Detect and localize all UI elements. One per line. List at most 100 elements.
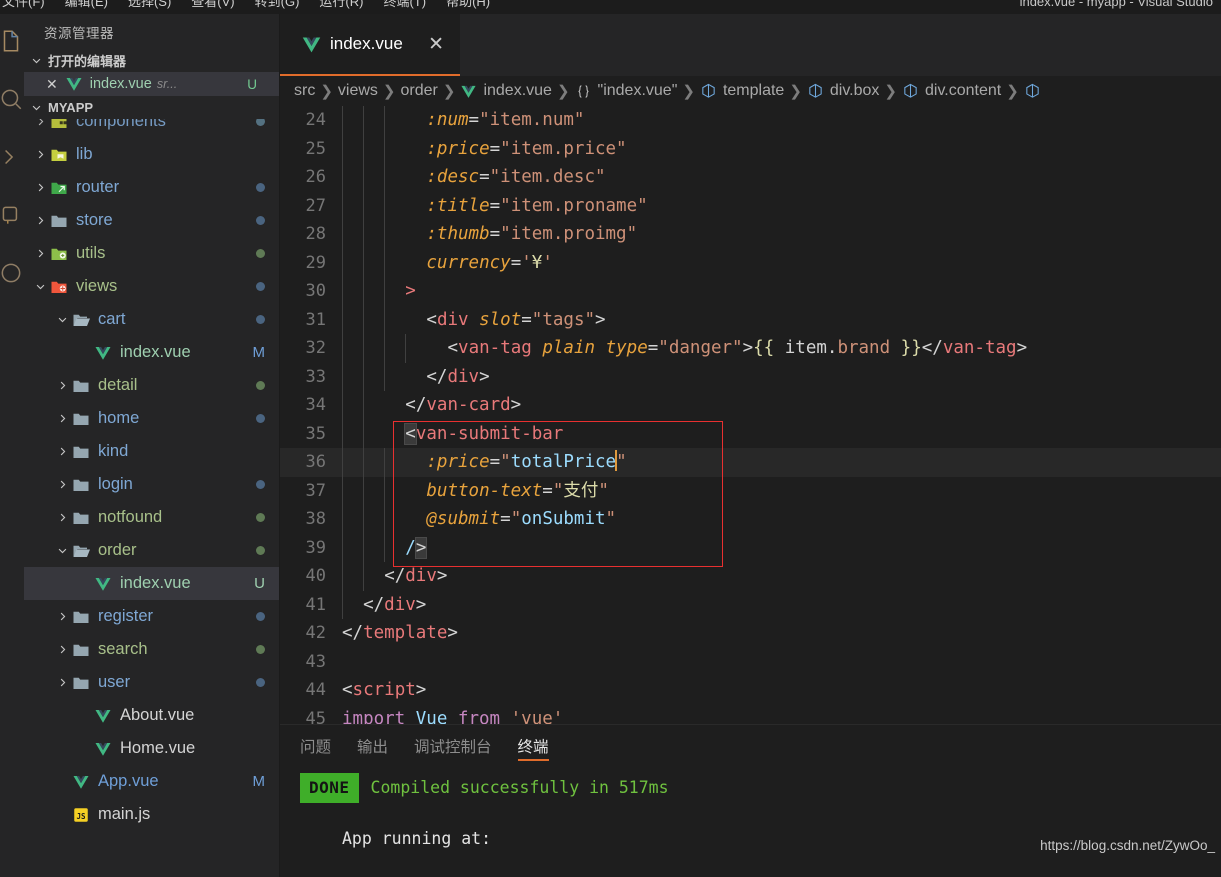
code-token: >	[436, 566, 448, 586]
panel-tab-0[interactable]: 问题	[300, 725, 331, 767]
close-icon[interactable]: ✕	[46, 77, 58, 91]
menu-item-3[interactable]: 查看(V)	[191, 0, 234, 11]
menu-item-4[interactable]: 转到(G)	[255, 0, 300, 11]
menu-item-0[interactable]: 文件(F)	[2, 0, 45, 11]
tab-index-vue[interactable]: index.vue ✕	[280, 14, 460, 76]
svg-text:JS: JS	[76, 811, 86, 820]
tree-folder-order[interactable]: order	[24, 534, 279, 567]
code-token: "item.price"	[500, 138, 627, 159]
breadcrumb-item-src[interactable]: src	[294, 82, 315, 100]
breadcrumb-item-indexvue[interactable]: index.vue	[460, 82, 552, 100]
chevron-right-icon[interactable]	[32, 248, 48, 259]
compile-message: Compiled successfully in 517ms	[370, 778, 669, 797]
menu-item-1[interactable]: 编辑(E)	[65, 0, 108, 11]
tree-item-label: cart	[98, 310, 126, 328]
breadcrumb-item-indexvue[interactable]: "index.vue"	[575, 82, 677, 100]
chevron-right-icon[interactable]	[54, 512, 70, 523]
breadcrumb-item-template[interactable]: template	[700, 82, 784, 100]
tree-folder-login[interactable]: login	[24, 468, 279, 501]
breadcrumb-separator: ❯	[1006, 83, 1019, 100]
chevron-right-icon[interactable]	[54, 611, 70, 622]
tree-folder-utils[interactable]: utils	[24, 237, 279, 270]
line-number: 42	[305, 623, 326, 643]
chevron-right-icon[interactable]	[32, 182, 48, 193]
code-line-28: 28:thumb="item.proimg"	[280, 220, 1221, 249]
tree-folder-user[interactable]: user	[24, 666, 279, 699]
vue-icon	[70, 773, 92, 791]
project-header[interactable]: MYAPP	[24, 96, 279, 119]
panel-tab-2[interactable]: 调试控制台	[414, 725, 492, 767]
extensions-icon[interactable]	[0, 260, 24, 286]
folder-plain	[48, 212, 70, 230]
chevron-right-icon[interactable]	[32, 215, 48, 226]
js-icon: JS	[70, 806, 92, 824]
tree-folder-kind[interactable]: kind	[24, 435, 279, 468]
breadcrumb-separator: ❯	[382, 83, 396, 100]
tree-folder-detail[interactable]: detail	[24, 369, 279, 402]
chevron-down-icon[interactable]	[32, 281, 48, 292]
menu-item-7[interactable]: 帮助(H)	[446, 0, 490, 11]
breadcrumb-item-8[interactable]	[1024, 83, 1041, 100]
tree-file-index-vue[interactable]: index.vue U	[24, 567, 279, 600]
status-badge: DONE	[300, 773, 359, 803]
code-token: van-tag	[458, 338, 532, 358]
panel-tab-3[interactable]: 终端	[517, 725, 549, 767]
chevron-right-icon[interactable]	[54, 479, 70, 490]
menu-item-2[interactable]: 选择(S)	[128, 0, 171, 11]
tree-item-label: App.vue	[98, 772, 159, 790]
menu-item-6[interactable]: 终端(T)	[383, 0, 426, 11]
chevron-right-icon[interactable]	[32, 119, 48, 127]
breadcrumb-separator: ❯	[442, 83, 456, 100]
chevron-down-icon	[28, 53, 44, 69]
tree-folder-components[interactable]: components	[24, 119, 279, 138]
symbol-icon	[807, 83, 824, 100]
chevron-down-icon[interactable]	[54, 545, 70, 556]
tree-file-About-vue[interactable]: About.vue	[24, 699, 279, 732]
chevron-right-icon[interactable]	[54, 380, 70, 391]
bottom-panel: 问题 输出 调试控制台 终端 DONE Compiled successfully i…	[280, 724, 1221, 877]
breadcrumb-item-divbox[interactable]: div.box	[807, 82, 879, 100]
tree-folder-home[interactable]: home	[24, 402, 279, 435]
open-editor-item[interactable]: ✕ index.vue sr... U	[24, 72, 279, 96]
chevron-right-icon[interactable]	[54, 677, 70, 688]
close-icon[interactable]: ✕	[428, 35, 444, 54]
menu-item-5[interactable]: 运行(R)	[319, 0, 363, 11]
breadcrumb-item-views[interactable]: views	[338, 82, 378, 100]
tree-file-index-vue[interactable]: index.vue M	[24, 336, 279, 369]
terminal-output[interactable]: DONE Compiled successfully in 517ms App …	[280, 767, 1221, 877]
tree-folder-search[interactable]: search	[24, 633, 279, 666]
source-control-icon[interactable]	[0, 144, 24, 170]
panel-tab-1[interactable]: 输出	[357, 725, 388, 767]
chevron-down-icon[interactable]	[54, 314, 70, 325]
code-token: =	[647, 338, 659, 358]
tree-file-main-js[interactable]: JS main.js	[24, 798, 279, 831]
chevron-right-icon[interactable]	[54, 446, 70, 457]
code-token: div	[436, 309, 469, 330]
tree-folder-lib[interactable]: lib	[24, 138, 279, 171]
tree-folder-cart[interactable]: cart	[24, 303, 279, 336]
breadcrumb-item-order[interactable]: order	[401, 82, 438, 100]
explorer-icon[interactable]	[0, 28, 24, 54]
tree-folder-router[interactable]: router	[24, 171, 279, 204]
tree-file-Home-vue[interactable]: Home.vue	[24, 732, 279, 765]
folder-open	[70, 542, 92, 560]
folder-views	[48, 278, 70, 296]
file-tree: components lib router store utils views cart in…	[24, 119, 279, 877]
search-icon[interactable]	[0, 86, 24, 112]
chevron-right-icon[interactable]	[54, 644, 70, 655]
breadcrumb-item-divcontent[interactable]: div.content	[902, 82, 1001, 100]
run-debug-icon[interactable]	[0, 202, 24, 228]
tree-file-App-vue[interactable]: App.vue M	[24, 765, 279, 798]
code-editor[interactable]: 24:num="item.num" 25:price="item.price" 26…	[280, 106, 1221, 724]
chevron-right-icon[interactable]	[54, 413, 70, 424]
chevron-right-icon[interactable]	[32, 149, 48, 160]
tree-folder-notfound[interactable]: notfound	[24, 501, 279, 534]
tree-folder-register[interactable]: register	[24, 600, 279, 633]
open-editors-header[interactable]: 打开的编辑器	[24, 49, 279, 72]
line-number: 43	[305, 651, 326, 672]
tree-folder-store[interactable]: store	[24, 204, 279, 237]
tree-folder-views[interactable]: views	[24, 270, 279, 303]
git-status-dot	[256, 678, 265, 687]
chevron-down-icon	[28, 100, 44, 116]
folder-plain	[70, 443, 92, 461]
